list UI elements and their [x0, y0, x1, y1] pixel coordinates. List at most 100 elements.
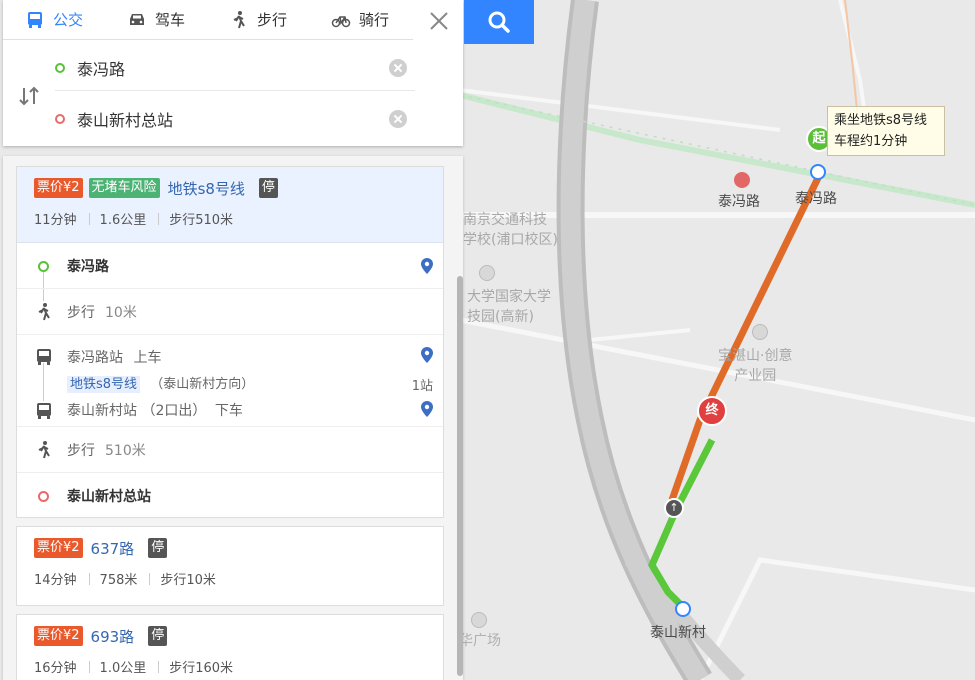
divider [158, 660, 160, 673]
search-button[interactable] [464, 0, 534, 44]
swap-icon[interactable] [17, 84, 41, 108]
map-label-industrial: 宝湛山·创意 产业园 [718, 348, 793, 384]
tab-bike-label: 骑行 [359, 11, 390, 29]
route-card-3-header[interactable]: 票价¥2 693路 停 16分钟 1.0公里 步行160米 [17, 615, 443, 680]
metro-line-tag[interactable]: 地铁s8号线 [67, 376, 141, 393]
map-label-university: 大学国家大学 技园(高新) [467, 289, 551, 325]
board-station[interactable]: 泰冯路站 [67, 350, 123, 366]
route-time: 11分钟 [34, 213, 77, 228]
step-start-name: 泰冯路 [67, 258, 109, 275]
school-icon [479, 265, 495, 281]
tab-walk-label: 步行 [257, 11, 288, 29]
price-tag: 票价¥2 [34, 626, 83, 646]
tab-drive-label: 驾车 [155, 11, 186, 29]
route-search-panel: 公交 驾车 步行 骑行 [3, 0, 463, 146]
route-tooltip: 乘坐地铁s8号线 车程约1分钟 [827, 106, 945, 156]
price-tag: 票价¥2 [34, 538, 83, 558]
tooltip-line-1: 乘坐地铁s8号线 [834, 113, 928, 128]
divider [88, 660, 90, 673]
end-dot-icon [38, 491, 49, 502]
stop-tag: 停 [148, 626, 168, 646]
route-card-1-header[interactable]: 票价¥2 无堵车风险 地铁s8号线 停 11分钟 1.6公里 步行510米 [17, 167, 443, 243]
board-action: 上车 [133, 350, 162, 366]
route-steps: 泰冯路 步行 10米 泰冯路站 上车 地铁s8号线 （泰山新村方向） 1站 泰山… [17, 243, 443, 519]
stop-tag: 停 [258, 178, 278, 198]
start-dot-icon [38, 261, 49, 272]
tab-bus[interactable]: 公交 [3, 0, 105, 39]
mode-tabs: 公交 驾车 步行 骑行 [3, 0, 413, 40]
route-distance: 1.0公里 [99, 661, 147, 676]
walk-icon [38, 303, 50, 321]
walk-1-label: 步行 [67, 304, 95, 321]
industrial-icon [752, 324, 768, 340]
clear-origin-icon[interactable] [389, 58, 407, 77]
origin-dot-icon [55, 62, 65, 73]
step-metro[interactable]: 泰冯路站 上车 地铁s8号线 （泰山新村方向） 1站 泰山新村站 （2口出） 下… [17, 335, 443, 427]
walk-icon [233, 10, 245, 28]
map-label-taifenglu-poi: 泰冯路 [718, 194, 760, 210]
route-time: 14分钟 [34, 573, 77, 588]
walk-2-distance: 510米 [105, 442, 146, 459]
step-start[interactable]: 泰冯路 [17, 243, 443, 289]
walk-1-distance: 10米 [105, 304, 137, 321]
route-card-3[interactable]: 票价¥2 693路 停 16分钟 1.0公里 步行160米 [16, 614, 444, 680]
clear-destination-icon[interactable] [389, 110, 407, 128]
route-line-name: 地铁s8号线 [167, 179, 245, 198]
divider [158, 212, 160, 225]
no-traffic-risk-tag: 无堵车风险 [88, 178, 160, 198]
destination-row [55, 96, 415, 142]
metro-poi-icon[interactable] [734, 172, 750, 188]
price-tag: 票价¥2 [34, 178, 83, 198]
tab-bike[interactable]: 骑行 [309, 0, 411, 39]
alight-action: 下车 [214, 403, 243, 419]
direction-arrow-icon: ↑ [664, 498, 684, 518]
route-card-2-header[interactable]: 票价¥2 637路 停 14分钟 758米 步行10米 [17, 527, 443, 603]
results-scrollbar[interactable] [457, 276, 463, 676]
search-icon [488, 11, 510, 33]
step-connector [43, 363, 44, 401]
metro-direction: （泰山新村方向） [150, 377, 255, 392]
route-distance: 1.6公里 [99, 213, 147, 228]
tooltip-line-2: 车程约1分钟 [834, 134, 908, 149]
step-walk-2[interactable]: 步行 510米 [17, 427, 443, 473]
route-card-1[interactable]: 票价¥2 无堵车风险 地铁s8号线 停 11分钟 1.6公里 步行510米 泰冯… [16, 166, 444, 518]
walk-2-label: 步行 [67, 442, 95, 459]
map-label-school: 南京交通科技 学校(浦口校区) [463, 212, 558, 248]
location-pin-icon[interactable] [421, 258, 433, 274]
route-walk: 步行10米 [160, 573, 216, 588]
origin-row [55, 45, 415, 91]
route-results-panel[interactable]: 票价¥2 无堵车风险 地铁s8号线 停 11分钟 1.6公里 步行510米 泰冯… [3, 156, 463, 680]
end-station-icon[interactable] [675, 601, 691, 617]
bus-icon [37, 403, 51, 419]
end-marker[interactable]: 终 [697, 396, 727, 426]
map-label-taifenglu-station: 泰冯路 [795, 191, 837, 207]
bus-icon [28, 11, 42, 28]
close-icon[interactable] [428, 10, 450, 32]
origin-input[interactable] [77, 58, 377, 77]
car-icon [130, 13, 144, 25]
route-card-2[interactable]: 票价¥2 637路 停 14分钟 758米 步行10米 [16, 526, 444, 606]
route-line-name: 637路 [90, 539, 135, 558]
destination-input[interactable] [77, 109, 377, 129]
route-walk: 步行510米 [169, 213, 234, 228]
stop-count: 1站 [411, 379, 433, 394]
divider [88, 212, 90, 225]
map-label-taishan-station: 泰山新村 [650, 625, 706, 641]
map-label-square: 华广场 [459, 633, 501, 649]
start-station-icon[interactable] [810, 164, 826, 180]
route-time: 16分钟 [34, 661, 77, 676]
route-distance: 758米 [99, 573, 138, 588]
tab-bus-label: 公交 [53, 11, 84, 29]
location-pin-icon[interactable] [421, 347, 433, 363]
bus-icon [37, 349, 51, 365]
step-walk-1[interactable]: 步行 10米 [17, 289, 443, 335]
step-end[interactable]: 泰山新村总站 [17, 473, 443, 519]
alight-station[interactable]: 泰山新村站 [67, 403, 137, 419]
tab-walk[interactable]: 步行 [207, 0, 309, 39]
location-pin-icon[interactable] [421, 401, 433, 417]
divider [88, 572, 90, 585]
alight-exit: （2口出） [141, 403, 207, 419]
square-icon [471, 612, 487, 628]
step-end-name: 泰山新村总站 [67, 489, 151, 505]
tab-drive[interactable]: 驾车 [105, 0, 207, 39]
